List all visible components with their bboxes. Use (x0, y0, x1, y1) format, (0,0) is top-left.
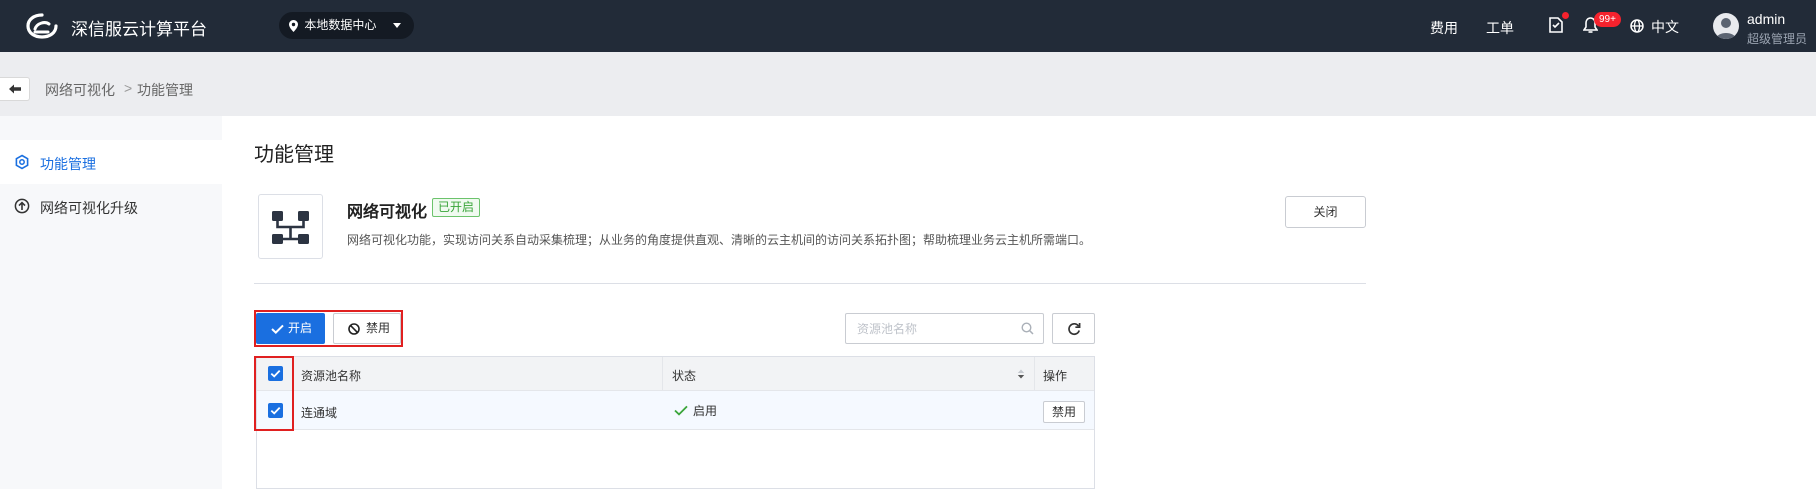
page-title: 功能管理 (254, 144, 334, 166)
sidebar-item-feature-management[interactable]: 功能管理 (0, 140, 222, 184)
user-name[interactable]: admin (1747, 11, 1785, 27)
sort-icon[interactable] (1017, 369, 1025, 379)
ban-icon (348, 323, 360, 335)
status-badge: 已开启 (432, 198, 481, 217)
divider (254, 283, 1366, 284)
feature-card-icon-box (258, 194, 323, 259)
feature-description: 网络可视化功能，实现访问关系自动采集梳理；从业务的角度提供直观、清晰的云主机间的… (347, 233, 1092, 247)
table-row[interactable]: 连通域 启用 (257, 391, 1094, 430)
search-icon[interactable] (1021, 322, 1034, 335)
breadcrumb-network-visualization[interactable]: 网络可视化 (45, 80, 115, 100)
sangfor-logo-icon[interactable] (26, 13, 58, 39)
breadcrumb-separator: > (124, 80, 133, 96)
user-role: 超级管理员 (1747, 32, 1808, 46)
avatar[interactable] (1713, 13, 1739, 39)
task-document-icon[interactable] (1549, 17, 1563, 33)
arrow-left-icon (9, 84, 21, 94)
upgrade-icon (14, 198, 30, 214)
highlight-box-checkboxes (254, 356, 294, 431)
sidebar: 功能管理 网络可视化升级 (0, 116, 222, 489)
location-pin-icon (289, 19, 298, 32)
datacenter-label: 本地数据中心 (304, 18, 377, 32)
resource-pool-search-input[interactable] (845, 313, 1044, 344)
chevron-down-icon (393, 23, 401, 28)
close-feature-button[interactable]: 关闭 (1285, 196, 1366, 228)
refresh-button[interactable] (1052, 313, 1095, 344)
row-disable-button[interactable]: 禁用 (1043, 401, 1085, 423)
globe-icon (1630, 19, 1644, 33)
resource-pool-table: 资源池名称 状态 操作 连通域 启用 禁用 (256, 356, 1095, 489)
check-icon (271, 324, 284, 334)
nav-billing[interactable]: 费用 (1430, 18, 1458, 38)
status-check-icon (674, 405, 688, 416)
platform-title[interactable]: 深信服云计算平台 (71, 15, 207, 40)
breadcrumb-current: 功能管理 (137, 82, 193, 98)
language-switcher[interactable]: 中文 (1651, 17, 1679, 37)
cell-pool-name: 连通域 (301, 406, 338, 420)
notification-count-badge: 99+ (1594, 12, 1621, 27)
task-badge-dot (1562, 12, 1569, 19)
disable-button-label: 禁用 (366, 321, 391, 335)
table-header: 资源池名称 状态 操作 (257, 357, 1094, 391)
sidebar-item-label: 功能管理 (40, 156, 96, 172)
top-navigation-bar: 深信服云计算平台 本地数据中心 费用 工单 99+ 中文 admin 超级管理员 (0, 0, 1816, 52)
back-button[interactable] (0, 77, 30, 101)
sidebar-item-label: 网络可视化升级 (40, 200, 138, 216)
feature-name: 网络可视化 (347, 204, 428, 221)
disable-button[interactable]: 禁用 (333, 313, 401, 344)
column-header-name: 资源池名称 (301, 369, 362, 383)
hexagon-icon (15, 154, 29, 170)
column-header-status[interactable]: 状态 (672, 367, 696, 384)
datacenter-selector[interactable]: 本地数据中心 (279, 12, 414, 39)
enable-button[interactable]: 开启 (256, 313, 325, 344)
cell-status: 启用 (693, 404, 718, 418)
sidebar-item-visualization-upgrade[interactable]: 网络可视化升级 (0, 184, 222, 228)
network-topology-icon (272, 211, 309, 244)
user-avatar-icon (1716, 18, 1736, 39)
column-header-actions: 操作 (1043, 369, 1068, 383)
enable-button-label: 开启 (288, 321, 313, 335)
refresh-icon (1068, 322, 1081, 335)
nav-tickets[interactable]: 工单 (1486, 18, 1514, 38)
